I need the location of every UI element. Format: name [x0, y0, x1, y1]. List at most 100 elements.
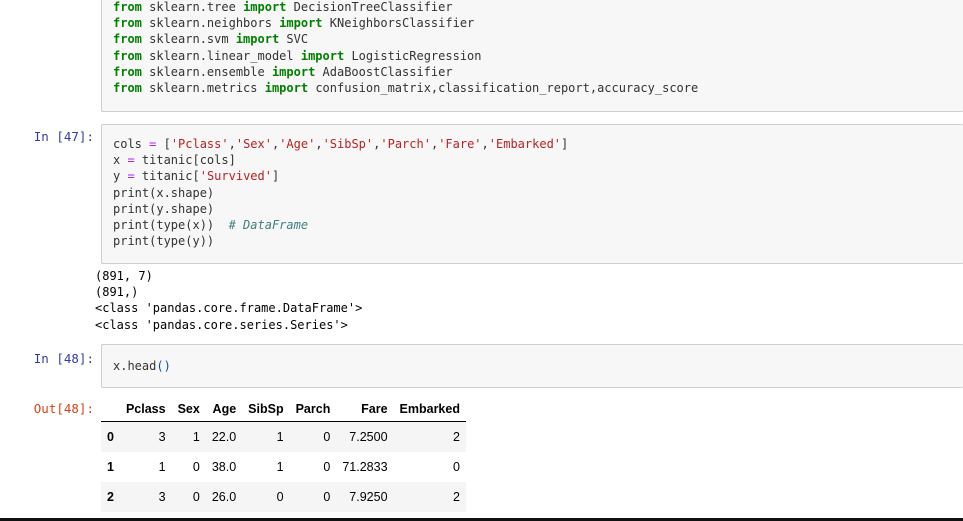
code-token: import [300, 48, 345, 63]
code-line: x.head() [113, 358, 963, 374]
table-cell: 3 [158, 489, 166, 504]
table-cell: 71.2833 [342, 459, 388, 474]
code-cell-47[interactable]: cols = ['Pclass','Sex','Age','SibSp','Pa… [101, 124, 963, 264]
code-token: import [271, 64, 316, 79]
code-token: confusion_matrix,classification_report,a… [308, 80, 699, 95]
column-header: Sex [171, 397, 206, 422]
column-header: Pclass [119, 397, 172, 422]
cell-output-stdout: (891, 7) (891,) <class 'pandas.core.fram… [95, 269, 363, 332]
column-header: Parch [289, 397, 337, 422]
code-token: from [113, 48, 142, 63]
code-token: 'Survived' [199, 169, 272, 184]
dataframe-table: Pclass Sex Age SibSp Parch Fare Embarked 0 3 1 22… [101, 397, 466, 512]
table-cell: 1 [158, 459, 166, 474]
table-cell: 26.0 [211, 489, 237, 504]
table-cell: 1 [276, 429, 284, 444]
code-line: print(x.shape) [113, 185, 963, 201]
code-token: 'Parch' [380, 137, 431, 151]
code-token: DecisionTreeClassifier [286, 0, 453, 14]
code-line: from sklearn.neighbors import KNeighbors… [113, 15, 963, 31]
code-token: 'Pclass' [170, 137, 229, 151]
code-token: 'Sex' [235, 137, 272, 151]
code-token: sklearn.linear_model [141, 48, 301, 63]
code-token: import [235, 32, 280, 47]
code-token: , [481, 137, 489, 151]
column-header: SibSp [242, 397, 290, 422]
code-token: () [156, 359, 171, 373]
table-cell: 2 [453, 429, 460, 444]
code-cell-imports[interactable]: from sklearn.tree import DecisionTreeCla… [101, 0, 963, 112]
table-row: 0 3 1 22.0 1 0 7.2500 2 [101, 421, 466, 452]
code-token: x.head [113, 359, 157, 373]
table-cell: 1 [192, 429, 200, 444]
code-editor[interactable]: cols = ['Pclass','Sex','Age','SibSp','Pa… [102, 125, 963, 249]
code-token: = [127, 169, 135, 184]
code-line: from sklearn.svm import SVC [113, 31, 963, 47]
code-editor[interactable]: x.head() [102, 345, 963, 374]
code-line: from sklearn.linear_model import Logisti… [113, 48, 963, 64]
code-token: print(type(x)) [113, 217, 229, 232]
code-token: # DataFrame [228, 217, 309, 232]
code-token: from [113, 16, 142, 31]
table-cell: 3 [158, 429, 166, 444]
code-cell-48[interactable]: x.head() [101, 344, 963, 388]
code-token: sklearn.neighbors [141, 16, 280, 31]
table-cell: 0 [192, 459, 200, 474]
table-cell: 7.9250 [349, 489, 388, 504]
column-header: Age [205, 397, 243, 422]
code-line: from sklearn.metrics import confusion_ma… [113, 80, 963, 96]
code-token: 'Embarked' [488, 137, 562, 151]
code-token: from [113, 64, 142, 79]
table-cell: 1 [276, 459, 284, 474]
table-cell: 2 [453, 489, 460, 504]
code-token: , [315, 137, 323, 151]
code-token: import [279, 16, 323, 31]
code-token: 'SibSp' [322, 137, 374, 151]
code-token: ] [271, 169, 280, 184]
code-token: print(type(y)) [113, 234, 215, 249]
code-token: sklearn.svm [141, 32, 236, 47]
code-token: titanic[cols] [134, 153, 236, 168]
code-token: sklearn.metrics [141, 80, 265, 95]
code-line: cols = ['Pclass','Sex','Age','SibSp','Pa… [113, 136, 963, 152]
code-token: y [113, 169, 128, 184]
code-token: from [113, 32, 142, 47]
table-cell: 0 [453, 459, 460, 474]
output-prompt: Out[48]: [33, 401, 94, 416]
code-line: from sklearn.ensemble import AdaBoostCla… [113, 64, 963, 80]
code-token: titanic[ [134, 169, 200, 184]
code-line: y = titanic['Survived'] [113, 168, 963, 184]
code-token: 'Fare' [438, 137, 482, 151]
code-token: LogisticRegression [344, 48, 482, 63]
code-token: = [127, 153, 135, 168]
code-token: x [113, 153, 128, 168]
table-row: 2 3 0 26.0 0 0 7.9250 2 [101, 481, 466, 512]
table-cell: 0 [192, 489, 200, 504]
code-line: print(type(y)) [113, 233, 963, 249]
code-token: , [228, 137, 236, 151]
code-token: print(y.shape) [113, 201, 215, 216]
input-prompt: In [48]: [33, 351, 94, 366]
column-header: Fare [336, 397, 394, 422]
column-header: Embarked [393, 397, 466, 422]
code-line: from sklearn.tree import DecisionTreeCla… [113, 0, 963, 15]
code-token: KNeighborsClassifier [322, 16, 475, 31]
code-token: cols [113, 137, 150, 151]
code-token: import [243, 0, 287, 14]
code-token: [ [156, 137, 171, 151]
table-cell: 22.0 [211, 429, 237, 444]
code-token: from [113, 0, 142, 14]
table-cell: 0 [323, 489, 331, 504]
table-row: 1 1 0 38.0 1 0 71.2833 0 [101, 452, 466, 482]
row-index: 0 [107, 429, 114, 444]
table-cell: 0 [276, 489, 284, 504]
code-token: import [264, 80, 309, 95]
code-line: x = titanic[cols] [113, 152, 963, 168]
column-header [101, 397, 120, 422]
table-cell: 0 [323, 429, 331, 444]
code-editor[interactable]: from sklearn.tree import DecisionTreeCla… [102, 0, 963, 96]
code-token: SVC [279, 32, 309, 47]
input-prompt: In [47]: [33, 129, 94, 144]
table-cell: 7.2500 [349, 429, 388, 444]
code-token: ] [561, 137, 569, 151]
